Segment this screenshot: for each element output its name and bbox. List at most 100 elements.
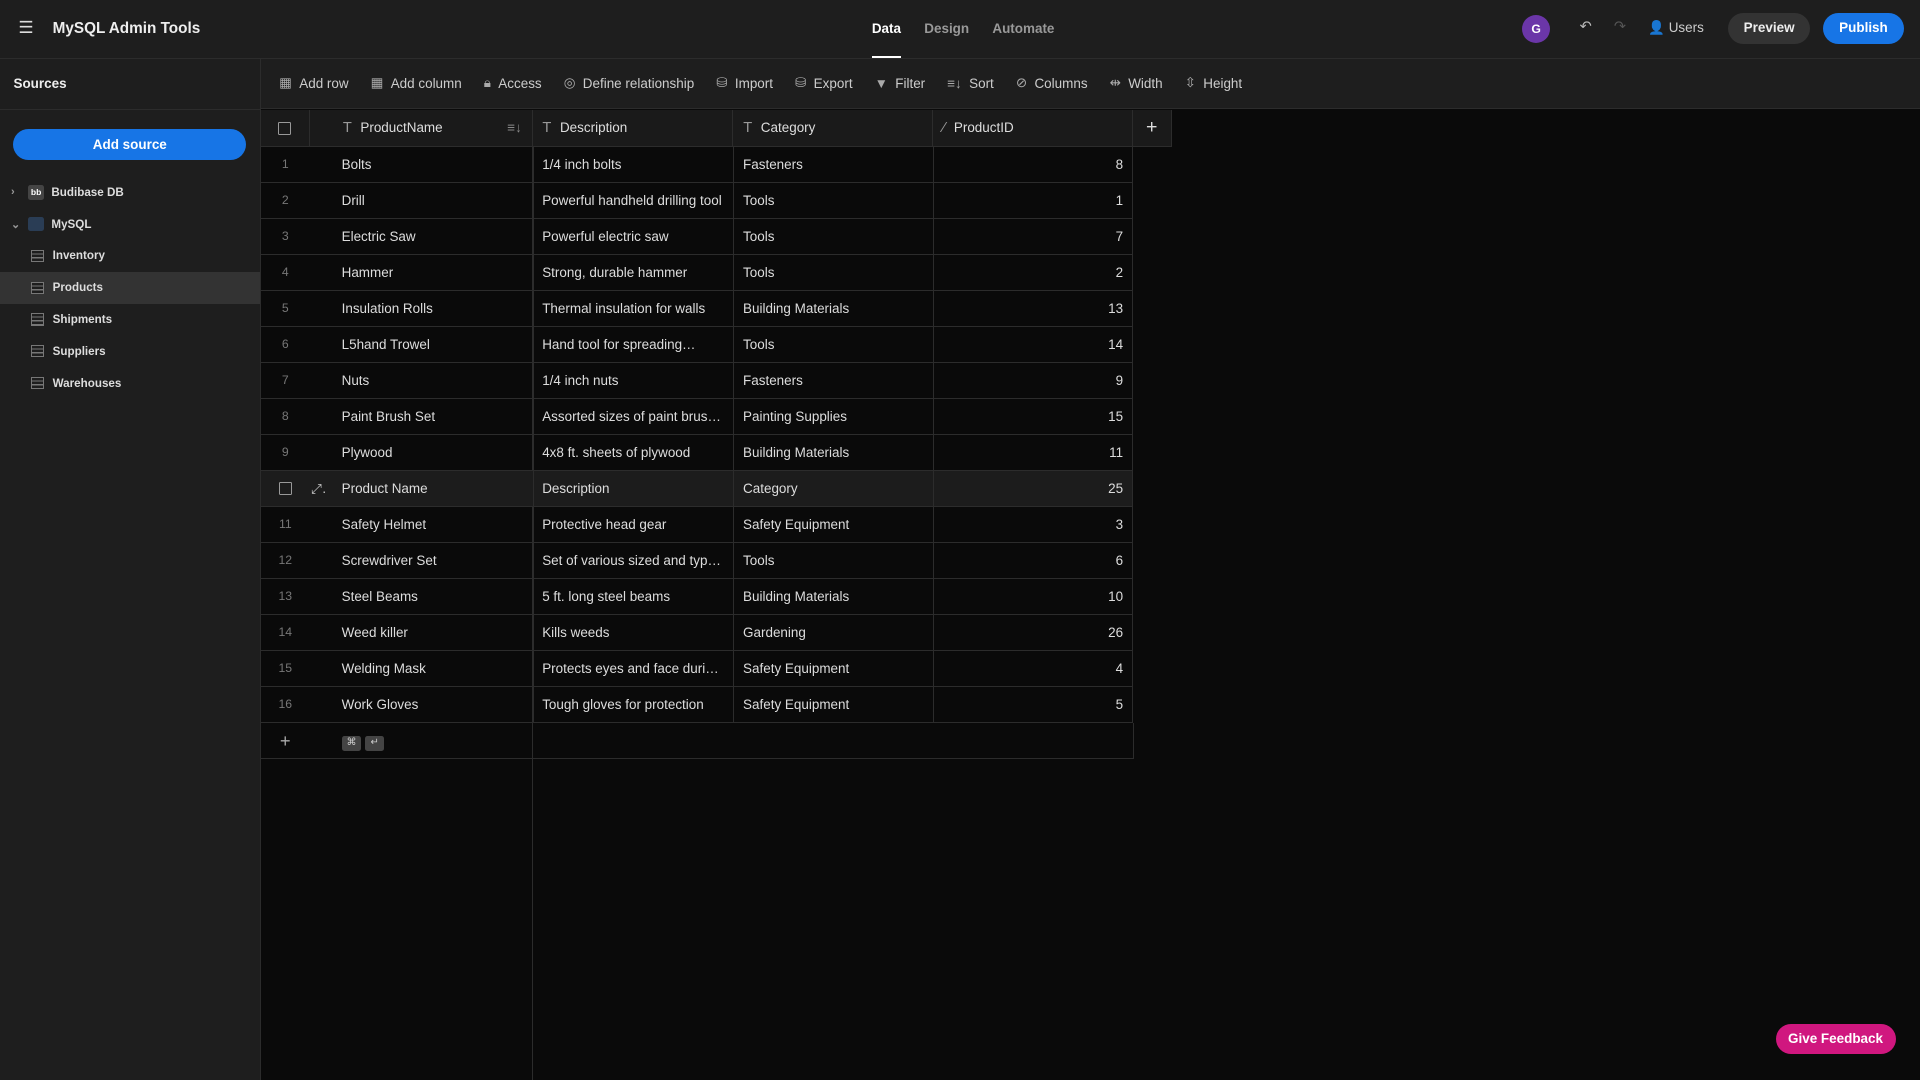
table-row[interactable]: 13 Steel Beams 5 ft. long steel beams Bui… [260, 578, 1133, 616]
hamburger-menu-icon[interactable]: ☰ [18, 18, 34, 35]
cell-category[interactable]: Safety Equipment [733, 506, 933, 543]
cell-description[interactable]: 1/4 inch nuts [532, 362, 734, 399]
table-row[interactable]: 12 Screwdriver Set Set of various sized a… [260, 542, 1133, 580]
cell-productid[interactable]: 5 [933, 686, 1133, 723]
cell-productname[interactable]: Weed killer [333, 615, 533, 651]
table-row[interactable]: 5 Insulation Rolls Thermal insulation for… [260, 290, 1133, 328]
redo-icon[interactable]: ↷ [1614, 18, 1626, 35]
define-relationship-button[interactable]: ◎ Define relationship [564, 75, 695, 91]
datasource-budibase-db[interactable]: › bb Budibase DB [0, 176, 260, 208]
cell-description[interactable]: Powerful handheld drilling tool [532, 182, 734, 219]
cell-category[interactable]: Building Materials [733, 290, 933, 327]
datasource-mysql[interactable]: ⌄ MySQL [0, 208, 260, 240]
cell-description[interactable]: Thermal insulation for walls [532, 290, 734, 327]
cell-productname[interactable]: Steel Beams [333, 579, 533, 615]
cell-productid[interactable]: 26 [933, 614, 1133, 651]
table-inventory[interactable]: Inventory [0, 240, 260, 272]
add-row-button[interactable]: ▦ Add row [279, 75, 348, 91]
cell-productid[interactable]: 7 [933, 218, 1133, 255]
sort-button[interactable]: ≡↓ Sort [947, 76, 994, 91]
cell-productname[interactable]: Insulation Rolls [333, 291, 533, 327]
cell-description[interactable]: Description [532, 470, 734, 507]
cell-productid[interactable]: 25 [933, 470, 1133, 507]
select-all-checkbox[interactable] [278, 122, 292, 136]
table-row[interactable]: 3 Electric Saw Powerful electric saw Tool… [260, 218, 1133, 256]
cell-productid[interactable]: 4 [933, 650, 1133, 687]
table-row[interactable]: 9 Plywood 4x8 ft. sheets of plywood Build… [260, 434, 1133, 472]
export-button[interactable]: ⛁ Export [795, 75, 853, 91]
width-button[interactable]: ⇹ Width [1110, 75, 1163, 91]
column-header-productname[interactable]: T ProductName ≡↓ [333, 110, 533, 146]
table-row[interactable]: 4 Hammer Strong, durable hammer Tools 2 [260, 254, 1133, 292]
cell-productid[interactable]: 13 [933, 290, 1133, 327]
give-feedback-button[interactable]: Give Feedback [1775, 1023, 1896, 1055]
cell-productname[interactable]: Bolts [333, 147, 533, 183]
table-row[interactable]: ⤢ Product Name Description Category 25 [260, 470, 1133, 508]
cell-category[interactable]: Building Materials [733, 434, 933, 471]
add-column-plus-icon[interactable]: + [1133, 110, 1172, 146]
publish-button[interactable]: Publish [1823, 13, 1904, 45]
table-shipments[interactable]: Shipments [0, 304, 260, 336]
cell-category[interactable]: Building Materials [733, 578, 933, 615]
table-row[interactable]: 14 Weed killer Kills weeds Gardening 26 [260, 614, 1133, 652]
table-products[interactable]: Products [0, 271, 260, 304]
cell-category[interactable]: Tools [733, 326, 933, 363]
cell-category[interactable]: Safety Equipment [733, 686, 933, 723]
table-row[interactable]: 15 Welding Mask Protects eyes and face du… [260, 650, 1133, 688]
columns-button[interactable]: ⊘ Columns [1016, 75, 1088, 91]
cell-description[interactable]: 5 ft. long steel beams [532, 578, 734, 615]
undo-icon[interactable]: ↶ [1580, 18, 1592, 35]
cell-productid[interactable]: 8 [933, 146, 1133, 183]
cell-productname[interactable]: Paint Brush Set [333, 399, 533, 435]
table-row[interactable]: 2 Drill Powerful handheld drilling tool T… [260, 182, 1133, 220]
cell-category[interactable]: Gardening [733, 614, 933, 651]
table-row[interactable]: 6 L5hand Trowel Hand tool for spreading… … [260, 326, 1133, 364]
cell-productid[interactable]: 6 [933, 542, 1133, 579]
cell-category[interactable]: Category [733, 470, 933, 507]
add-source-button[interactable]: Add source [13, 128, 247, 161]
cell-productid[interactable]: 9 [933, 362, 1133, 399]
cell-productid[interactable]: 15 [933, 398, 1133, 435]
cell-productname[interactable]: Plywood [333, 435, 533, 471]
cell-description[interactable]: Tough gloves for protection [532, 686, 734, 723]
filter-button[interactable]: ▼ Filter [875, 76, 926, 91]
cell-productid[interactable]: 11 [933, 434, 1133, 471]
cell-productname[interactable]: Hammer [333, 255, 533, 291]
cell-description[interactable]: Set of various sized and type… [532, 542, 734, 579]
cell-productname[interactable]: Screwdriver Set [333, 543, 533, 579]
cell-productname[interactable]: Nuts [333, 363, 533, 399]
users-button[interactable]: 👤 Users [1648, 20, 1704, 36]
table-row[interactable]: 7 Nuts 1/4 inch nuts Fasteners 9 [260, 362, 1133, 400]
table-suppliers[interactable]: Suppliers [0, 335, 260, 367]
cell-productname[interactable]: L5hand Trowel [333, 327, 533, 363]
add-column-button[interactable]: ▦ Add column [371, 75, 462, 91]
cell-category[interactable]: Fasteners [733, 362, 933, 399]
cell-category[interactable]: Fasteners [733, 146, 933, 183]
cell-category[interactable]: Tools [733, 218, 933, 255]
cell-productid[interactable]: 3 [933, 506, 1133, 543]
add-row-plus-icon[interactable]: + [261, 723, 310, 759]
column-header-category[interactable]: T Category [733, 110, 934, 146]
cell-category[interactable]: Tools [733, 254, 933, 291]
table-warehouses[interactable]: Warehouses [0, 367, 260, 399]
cell-productid[interactable]: 10 [933, 578, 1133, 615]
table-row[interactable]: 1 Bolts 1/4 inch bolts Fasteners 8 [260, 146, 1133, 184]
cell-productid[interactable]: 14 [933, 326, 1133, 363]
cell-description[interactable]: 1/4 inch bolts [532, 146, 734, 183]
cell-category[interactable]: Painting Supplies [733, 398, 933, 435]
table-row[interactable]: 8 Paint Brush Set Assorted sizes of paint… [260, 398, 1133, 436]
cell-productid[interactable]: 2 [933, 254, 1133, 291]
cell-description[interactable]: Strong, durable hammer [532, 254, 734, 291]
cell-category[interactable]: Tools [733, 182, 933, 219]
import-button[interactable]: ⛁ Import [716, 75, 773, 91]
height-button[interactable]: ⇳ Height [1185, 75, 1243, 91]
cell-description[interactable]: Hand tool for spreading… [532, 326, 734, 363]
cell-description[interactable]: Assorted sizes of paint brushes [532, 398, 734, 435]
cell-description[interactable]: Powerful electric saw [532, 218, 734, 255]
new-row[interactable]: + ⌘ ↵ [260, 722, 1134, 760]
column-header-description[interactable]: T Description [533, 110, 734, 146]
cell-description[interactable]: 4x8 ft. sheets of plywood [532, 434, 734, 471]
cell-productname[interactable]: Electric Saw [333, 219, 533, 255]
cell-description[interactable]: Protective head gear [532, 506, 734, 543]
avatar[interactable]: G [1522, 14, 1551, 43]
